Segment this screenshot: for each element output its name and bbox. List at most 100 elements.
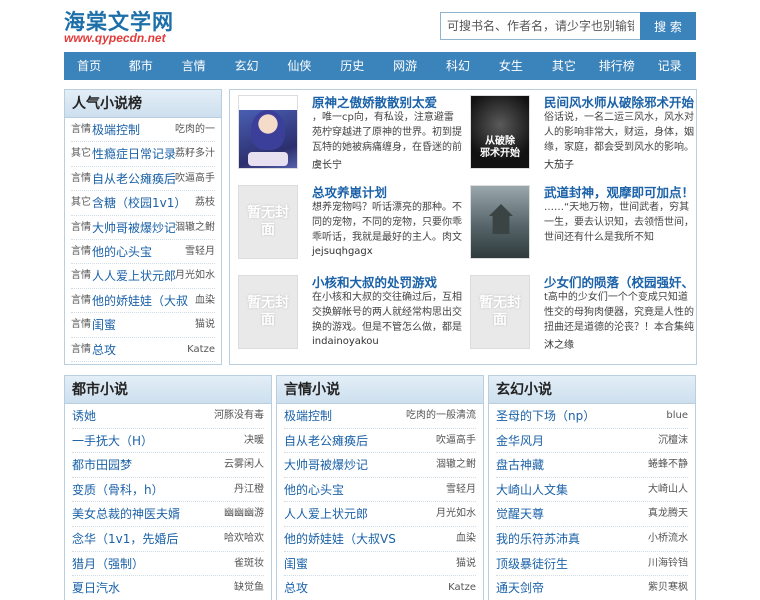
author-name[interactable]: 真龙腾天 — [648, 502, 688, 526]
category-label[interactable]: 言情 — [71, 216, 92, 239]
book-title-link[interactable]: 猎月（强制） — [72, 552, 234, 576]
author-name[interactable]: 血染 — [456, 527, 476, 551]
author-name[interactable]: 蜷蜂不静 — [648, 453, 688, 477]
no-cover-image[interactable]: 暂无封面 — [238, 275, 298, 349]
book-title-link[interactable]: 武道封神，观摩即可加点！ — [544, 182, 694, 201]
author-name[interactable]: 缺觉鱼 — [234, 576, 264, 600]
book-cover[interactable]: 从破除 邪术开始 — [470, 95, 530, 169]
category-label[interactable]: 其它 — [71, 191, 92, 214]
book-title-link[interactable]: 总攻 — [284, 576, 448, 600]
author-name[interactable]: 吃肉的一 — [175, 118, 215, 141]
author-name[interactable]: 吹逼高手 — [175, 167, 215, 190]
book-title-link[interactable]: 小核和大叔的处罚游戏 — [312, 272, 462, 291]
book-title-link[interactable]: 含糖（校园1v1） — [92, 191, 195, 214]
nav-item[interactable]: 都市 — [114, 52, 167, 80]
book-title-link[interactable]: 大崎山人文集 — [496, 478, 648, 502]
author-name[interactable]: 沉檀沫 — [658, 429, 688, 453]
book-title-link[interactable]: 性瘾症日常记录 — [92, 142, 175, 165]
book-title-link[interactable]: 总攻 — [92, 338, 187, 361]
book-title-link[interactable]: 他的心头宝 — [284, 478, 446, 502]
book-title-link[interactable]: 顶级暴徒衍生 — [496, 552, 648, 576]
book-title-link[interactable]: 总攻养崽计划 — [312, 182, 462, 201]
category-label[interactable]: 言情 — [71, 338, 92, 361]
book-title-link[interactable]: 他的娇娃娃（大叔VS — [284, 527, 456, 551]
nav-item[interactable]: 记录 — [643, 52, 696, 80]
book-title-link[interactable]: 金华风月 — [496, 429, 658, 453]
nav-item[interactable]: 首页 — [64, 52, 114, 80]
book-title-link[interactable]: 民间风水师从破除邪术开始 — [544, 92, 694, 111]
author-name[interactable]: 云雾闲人 — [224, 453, 264, 477]
category-label[interactable]: 言情 — [71, 264, 92, 287]
book-title-link[interactable]: 我的乐符苏沛真 — [496, 527, 648, 551]
book-title-link[interactable]: 通天剑帝 — [496, 576, 648, 600]
author-name[interactable]: 猫说 — [456, 552, 476, 576]
category-label[interactable]: 言情 — [71, 118, 92, 141]
nav-item[interactable]: 科幻 — [432, 52, 485, 80]
author-name[interactable]: blue — [666, 404, 688, 428]
book-title-link[interactable]: 自从老公瘫痪后 — [92, 167, 175, 190]
author-name[interactable]: Katze — [448, 576, 476, 600]
nav-item[interactable]: 网游 — [379, 52, 432, 80]
author-name[interactable]: 决暖 — [244, 429, 264, 453]
book-title-link[interactable]: 人人爱上状元郎 — [284, 502, 436, 526]
book-title-link[interactable]: 美女总裁的神医夫婿 — [72, 502, 224, 526]
category-label[interactable]: 言情 — [71, 167, 92, 190]
book-title-link[interactable]: 变质（骨科，h） — [72, 478, 234, 502]
book-title-link[interactable]: 极端控制 — [92, 118, 175, 141]
book-title-link[interactable]: 大帅哥被爆炒记 — [284, 453, 436, 477]
author-name[interactable]: 雪轻月 — [446, 478, 476, 502]
category-label[interactable]: 言情 — [71, 289, 92, 312]
book-title-link[interactable]: 少女们的陨落（校园强奸、 — [544, 272, 694, 291]
book-title-link[interactable]: 闺蜜 — [92, 313, 195, 336]
nav-item[interactable]: 仙侠 — [273, 52, 326, 80]
book-title-link[interactable]: 极端控制 — [284, 404, 406, 428]
author-name[interactable]: 丹江橙 — [234, 478, 264, 502]
search-input[interactable] — [440, 12, 640, 40]
book-cover[interactable] — [470, 185, 530, 259]
author-name[interactable]: 血染 — [195, 289, 215, 312]
book-title-link[interactable]: 都市田园梦 — [72, 453, 224, 477]
author-name[interactable]: 河豚没有毒 — [214, 404, 264, 428]
author-name[interactable]: 哈欢哈欢 — [224, 527, 264, 551]
author-name[interactable]: Katze — [187, 338, 215, 361]
nav-item[interactable]: 玄幻 — [220, 52, 273, 80]
nav-item[interactable]: 历史 — [326, 52, 379, 80]
author-name[interactable]: 荔籽多汁 — [175, 142, 215, 165]
book-title-link[interactable]: 原神之傲娇散散别太爱 — [312, 92, 462, 111]
category-label[interactable]: 言情 — [71, 240, 92, 263]
nav-item[interactable]: 其它 — [537, 52, 590, 80]
book-title-link[interactable]: 觉醒天尊 — [496, 502, 648, 526]
book-cover[interactable] — [238, 95, 298, 169]
book-title-link[interactable]: 夏日汽水 — [72, 576, 234, 600]
author-name[interactable]: 月光如水 — [175, 264, 215, 287]
category-label[interactable]: 其它 — [71, 142, 92, 165]
nav-item[interactable]: 言情 — [167, 52, 220, 80]
book-title-link[interactable]: 他的心头宝 — [92, 240, 185, 263]
author-name[interactable]: 吹逼高手 — [436, 429, 476, 453]
book-title-link[interactable]: 闺蜜 — [284, 552, 456, 576]
author-name[interactable]: 荔枝 — [195, 191, 215, 214]
book-title-link[interactable]: 圣母的下场（np） — [496, 404, 666, 428]
author-name[interactable]: 雪轻月 — [185, 240, 215, 263]
book-title-link[interactable]: 诱她 — [72, 404, 214, 428]
author-name[interactable]: 吃肉的一般清流 — [406, 404, 476, 428]
search-button[interactable]: 搜 索 — [640, 12, 696, 40]
book-title-link[interactable]: 人人爱上状元郎 — [92, 264, 175, 287]
no-cover-image[interactable]: 暂无封面 — [238, 185, 298, 259]
nav-item[interactable]: 女生 — [484, 52, 537, 80]
nav-item[interactable]: 排行榜 — [590, 52, 643, 80]
author-name[interactable]: 小桥流水 — [648, 527, 688, 551]
author-name[interactable]: 涸辙之鲋 — [436, 453, 476, 477]
author-name[interactable]: 猫说 — [195, 313, 215, 336]
author-name[interactable]: 川海铃铛 — [648, 552, 688, 576]
author-name[interactable]: 幽幽幽游 — [224, 502, 264, 526]
author-name[interactable]: 大崎山人 — [648, 478, 688, 502]
category-label[interactable]: 言情 — [71, 313, 92, 336]
book-title-link[interactable]: 念华（1v1，先婚后 — [72, 527, 224, 551]
author-name[interactable]: 雀斑妆 — [234, 552, 264, 576]
book-title-link[interactable]: 一手抚大（H） — [72, 429, 244, 453]
book-title-link[interactable]: 他的娇娃娃（大叔 — [92, 289, 195, 312]
book-title-link[interactable]: 自从老公瘫痪后 — [284, 429, 436, 453]
book-title-link[interactable]: 大帅哥被爆炒记 — [92, 216, 175, 239]
author-name[interactable]: 月光如水 — [436, 502, 476, 526]
